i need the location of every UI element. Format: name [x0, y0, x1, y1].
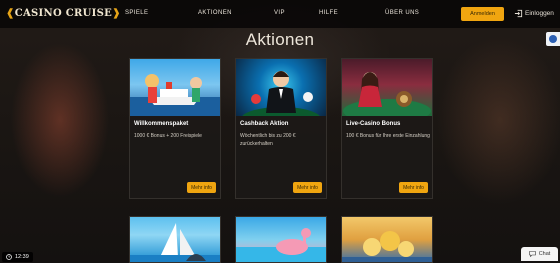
live-dealer-illustration	[343, 72, 431, 116]
nav-item-vip[interactable]: VIP	[274, 10, 285, 16]
login-icon	[514, 9, 523, 18]
more-info-button[interactable]: Mehr info	[293, 182, 322, 193]
promo-title: Live-Casino Bonus	[346, 121, 401, 127]
nav-item-ueber-uns[interactable]: ÜBER UNS	[385, 10, 419, 16]
sailboat-illustration	[130, 223, 220, 262]
logo-bracket-left: ❰	[6, 8, 15, 19]
chat-icon	[528, 251, 536, 257]
login-label: Einloggen	[525, 10, 554, 17]
promo-title: Cashback Aktion	[240, 121, 289, 127]
promo-image-live-casino	[342, 59, 432, 116]
promo-card-row2-1[interactable]	[129, 216, 221, 263]
promo-card-cashback: Cashback Aktion Wöchentlich bis zu 200 €…	[235, 58, 327, 199]
clock-icon	[6, 254, 12, 260]
cruise-ship-illustration	[130, 74, 220, 116]
promo-card-row2-3[interactable]	[341, 216, 433, 263]
more-info-button[interactable]: Mehr info	[187, 182, 216, 193]
promo-card-live-casino: Live-Casino Bonus 100 € Bonus für Ihre e…	[341, 58, 433, 199]
casino-cruise-logo[interactable]: ❰CASINO CRUISE❱	[6, 8, 121, 19]
nav-item-hilfe[interactable]: HILFE	[319, 10, 338, 16]
promo-card-willkommenspaket: Willkommenspaket 1000 € Bonus + 200 Frei…	[129, 58, 221, 199]
chat-label: Chat	[538, 251, 551, 257]
promo-image-willkommenspaket	[130, 59, 220, 116]
nav-item-spiele[interactable]: SPIELE	[125, 10, 148, 16]
more-info-button[interactable]: Mehr info	[399, 182, 428, 193]
flamingo-pool-illustration	[236, 228, 326, 262]
promo-description: 100 € Bonus für Ihre erste Einzahlung	[346, 133, 430, 139]
promo-title: Willkommenspaket	[134, 121, 189, 127]
logo-bracket-right: ❱	[112, 8, 121, 19]
clock-time: 12:39	[15, 254, 29, 260]
login-link[interactable]: Einloggen	[514, 9, 554, 18]
page-title: Aktionen	[245, 30, 315, 49]
promo-card-row2-2[interactable]	[235, 216, 327, 263]
nav-item-aktionen[interactable]: AKTIONEN	[198, 10, 232, 16]
chat-button[interactable]: Chat	[521, 247, 558, 261]
promo-image-cashback	[236, 59, 326, 116]
croupier-illustration	[242, 71, 320, 116]
logo-text: CASINO CRUISE	[14, 8, 113, 19]
clock-badge: 12:39	[2, 252, 33, 262]
gold-coins-illustration	[342, 231, 432, 262]
top-navigation-bar: ❰CASINO CRUISE❱ SPIELE AKTIONEN VIP HILF…	[0, 0, 560, 28]
promo-description: Wöchentlich bis zu 200 € zurückerhalten	[240, 133, 296, 147]
promo-description: 1000 € Bonus + 200 Freispiele	[134, 133, 202, 139]
register-button[interactable]: Anmelden	[461, 7, 504, 21]
